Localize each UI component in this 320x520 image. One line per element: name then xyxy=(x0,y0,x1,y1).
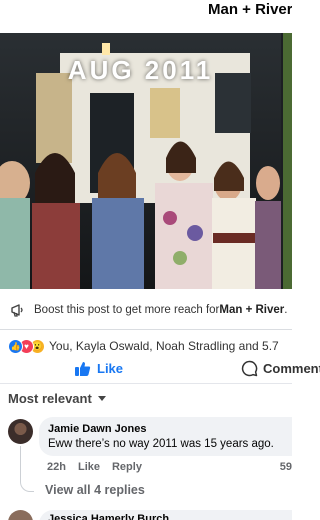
comment-bubble[interactable]: Jamie Dawn Jones Eww there’s no way 2011… xyxy=(39,417,292,456)
comment-reply-button[interactable]: Reply xyxy=(112,461,142,473)
comment-meta: 22h Like Reply 59 xyxy=(47,461,292,473)
view-replies-link[interactable]: View all 4 replies xyxy=(45,483,145,497)
like-button[interactable]: Like xyxy=(74,360,123,377)
page-name[interactable]: Man + River xyxy=(208,1,292,18)
post-photo-carousel[interactable]: AUG 2011 xyxy=(0,33,292,289)
like-button-label: Like xyxy=(97,361,124,376)
thumbs-up-icon xyxy=(75,362,91,376)
boost-page-name: Man + River xyxy=(219,304,285,316)
comment-time[interactable]: 22h xyxy=(47,461,66,473)
comment-icon xyxy=(241,360,258,377)
post-photo[interactable]: AUG 2011 xyxy=(0,33,281,289)
reply-thread-line xyxy=(20,446,34,492)
comment-sort-dropdown[interactable]: Most relevant xyxy=(8,391,106,406)
megaphone-icon xyxy=(11,304,23,317)
comment-button[interactable]: Comment xyxy=(241,360,320,377)
comment-author[interactable]: Jessica Hamerly Burch xyxy=(39,510,292,520)
avatar[interactable] xyxy=(8,510,33,520)
reactions-text: You, Kayla Oswald, Noah Stradling and 5.… xyxy=(49,339,279,353)
sort-label: Most relevant xyxy=(8,391,92,406)
chevron-down-icon xyxy=(97,396,106,401)
next-photo-preview[interactable] xyxy=(283,33,292,289)
comment-reaction-count[interactable]: 59 xyxy=(280,461,292,473)
avatar[interactable] xyxy=(8,419,33,444)
comment: Jessica Hamerly Burch xyxy=(8,507,292,520)
boost-suffix: . xyxy=(284,304,288,316)
comment-text: Eww there’s no way 2011 was 15 years ago… xyxy=(48,438,274,450)
comment-author[interactable]: Jamie Dawn Jones xyxy=(48,423,283,435)
divider xyxy=(0,329,292,330)
boost-prompt[interactable]: Boost this post to get more reach for Ma… xyxy=(0,295,292,325)
divider xyxy=(0,383,292,384)
like-reaction-icon: 👍 xyxy=(8,338,23,354)
reactions-summary[interactable]: 👍 ♥ 😮 You, Kayla Oswald, Noah Stradling … xyxy=(8,337,292,355)
comment-like-button[interactable]: Like xyxy=(78,461,100,473)
post-actions: Like Comment xyxy=(0,360,320,384)
comment-button-label: Comment xyxy=(263,361,320,376)
boost-text: Boost this post to get more reach for xyxy=(34,304,220,316)
page-header: Man + River xyxy=(0,0,292,33)
photo-caption: AUG 2011 xyxy=(67,55,214,85)
